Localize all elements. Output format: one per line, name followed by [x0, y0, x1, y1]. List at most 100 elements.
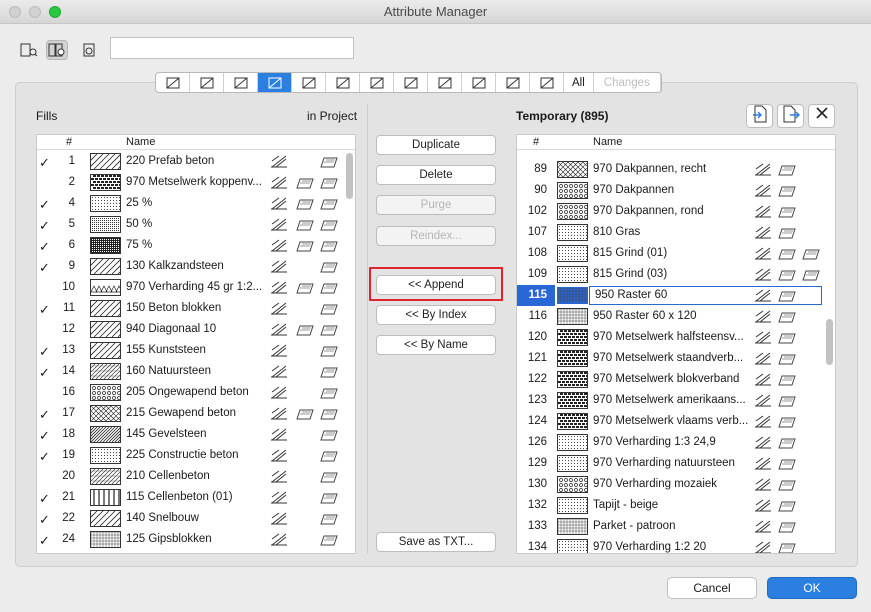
profile-icon[interactable] [360, 73, 394, 92]
surface-icon [320, 281, 338, 294]
table-row[interactable]: 102 970 Dakpannen, rond [517, 201, 835, 222]
delete-button[interactable]: Delete [376, 165, 496, 185]
row-name: 950 Raster 60 x 120 [593, 310, 697, 322]
table-row[interactable]: 132 Tapijt - beige [517, 495, 835, 516]
fill-type-icon [270, 302, 288, 315]
row-name: 970 Dakpannen, rond [593, 205, 704, 217]
surface-icon [802, 268, 820, 281]
table-row[interactable]: 20 210 Cellenbeton [37, 466, 355, 487]
table-row[interactable]: 120 970 Metselwerk halfsteensv... [517, 327, 835, 348]
file-search-icon[interactable] [18, 40, 40, 60]
file-search-right-icon[interactable] [78, 40, 100, 60]
composite-icon[interactable] [292, 73, 326, 92]
table-row[interactable]: 16 205 Ongewapend beton [37, 382, 355, 403]
table-row[interactable]: 123 970 Metselwerk amerikaans... [517, 390, 835, 411]
right-col-name[interactable]: Name [593, 136, 622, 148]
cancel-button[interactable]: Cancel [667, 577, 757, 599]
tab-changes[interactable]: Changes [594, 73, 661, 92]
zoom-window-button[interactable] [49, 6, 61, 18]
table-row[interactable]: ✓ 4 25 % [37, 193, 355, 214]
fill-pattern-swatch [75, 342, 134, 359]
table-row[interactable]: 130 970 Verharding mozaiek [517, 474, 835, 495]
right-attribute-list[interactable]: # Name 89 970 Dakpannen, recht 90 970 Dakpa… [516, 134, 836, 554]
row-index: 12 [62, 323, 75, 335]
reindex-button[interactable]: Reindex... [376, 226, 496, 246]
tab-all[interactable]: All [564, 73, 594, 92]
purge-button[interactable]: Purge [376, 195, 496, 215]
table-row[interactable]: ✓ 18 145 Gevelsteen [37, 424, 355, 445]
table-row[interactable]: ✓ 19 225 Constructie beton [37, 445, 355, 466]
table-row[interactable]: 122 970 Metselwerk blokverband [517, 369, 835, 390]
table-row[interactable]: 134 970 Verharding 1:2 20 [517, 537, 835, 553]
left-col-name[interactable]: Name [126, 136, 155, 148]
table-row[interactable]: 133 Parket - patroon [517, 516, 835, 537]
table-row[interactable]: 90 970 Dakpannen [517, 180, 835, 201]
search-input[interactable] [110, 37, 354, 59]
pen-icon[interactable] [190, 73, 224, 92]
table-row[interactable]: ✓ 22 140 Snelbouw [37, 508, 355, 529]
table-row[interactable]: ✓ 6 75 % [37, 235, 355, 256]
close-window-button[interactable] [9, 6, 21, 18]
table-row[interactable]: 10 970 Verharding 45 gr 1:2... [37, 277, 355, 298]
table-row[interactable]: 12 940 Diagonaal 10 [37, 319, 355, 340]
surface-icon [778, 415, 796, 428]
fill-type-icon [754, 184, 772, 197]
by-index-button[interactable]: << By Index [376, 305, 496, 325]
save-as-txt-button[interactable]: Save as TXT... [376, 532, 496, 552]
left-attribute-list[interactable]: # Name ✓ 1 220 Prefab beton 2 970 Metselwerk… [36, 134, 356, 554]
by-name-button[interactable]: << By Name [376, 335, 496, 355]
globe-icon[interactable] [462, 73, 496, 92]
surface-icon [320, 365, 338, 378]
append-button[interactable]: << Append [376, 275, 496, 295]
row-name: Parket - patroon [593, 520, 676, 532]
in-project-check-icon: ✓ [39, 197, 50, 212]
close-file-icon[interactable] [808, 104, 835, 128]
table-row[interactable]: 108 815 Grind (01) [517, 243, 835, 264]
layers-icon[interactable] [156, 73, 190, 92]
link-icon[interactable] [496, 73, 530, 92]
right-col-num[interactable]: # [533, 136, 539, 148]
duplicate-button[interactable]: Duplicate [376, 135, 496, 155]
in-project-check-icon: ✓ [39, 491, 50, 506]
row-name: 815 Grind (01) [593, 247, 668, 259]
table-row[interactable]: 126 970 Verharding 1:3 24,9 [517, 432, 835, 453]
grid-table-icon[interactable] [530, 73, 564, 92]
double-file-search-icon[interactable] [46, 40, 68, 60]
fill-pattern-swatch [90, 195, 121, 212]
zone-icon[interactable] [428, 73, 462, 92]
table-row[interactable]: ✓ 13 155 Kunststeen [37, 340, 355, 361]
line-type-icon[interactable] [224, 73, 258, 92]
table-row[interactable]: ✓ 5 50 % [37, 214, 355, 235]
table-row[interactable]: 129 970 Verharding natuursteen [517, 453, 835, 474]
column-profile-icon[interactable] [394, 73, 428, 92]
table-row[interactable]: ✓ 17 215 Gewapend beton [37, 403, 355, 424]
table-row[interactable]: 89 970 Dakpannen, recht [517, 159, 835, 180]
minimize-window-button[interactable] [29, 6, 41, 18]
fill-pattern-swatch [557, 518, 588, 535]
table-row[interactable]: ✓ 1 220 Prefab beton [37, 151, 355, 172]
table-row[interactable]: ✓ 9 130 Kalkzandsteen [37, 256, 355, 277]
building-material-icon[interactable] [326, 73, 360, 92]
table-row[interactable]: 116 950 Raster 60 x 120 [517, 306, 835, 327]
surface-icon [320, 470, 338, 483]
table-row[interactable]: 109 815 Grind (03) [517, 264, 835, 285]
left-col-num[interactable]: # [66, 136, 72, 148]
in-project-check-icon: ✓ [39, 428, 50, 443]
table-row[interactable]: 115 950 Raster 60 [517, 285, 835, 306]
table-row[interactable]: ✓ 14 160 Natuursteen [37, 361, 355, 382]
fill-icon[interactable] [258, 73, 292, 92]
surface-icon [320, 512, 338, 525]
table-row[interactable]: ✓ 11 150 Beton blokken [37, 298, 355, 319]
export-file-icon[interactable] [777, 104, 804, 128]
table-row[interactable]: ✓ 21 115 Cellenbeton (01) [37, 487, 355, 508]
attribute-manager-window: Attribute Manager All Changes Fills in Pr… [0, 0, 871, 612]
ok-button[interactable]: OK [767, 577, 857, 599]
table-row[interactable]: 121 970 Metselwerk staandverb... [517, 348, 835, 369]
row-index: 132 [527, 499, 547, 511]
fill-type-icon [754, 373, 772, 386]
table-row[interactable]: 2 970 Metselwerk koppenv... [37, 172, 355, 193]
table-row[interactable]: 107 810 Gras [517, 222, 835, 243]
import-file-icon[interactable] [746, 104, 773, 128]
table-row[interactable]: 124 970 Metselwerk vlaams verb... [517, 411, 835, 432]
table-row[interactable]: ✓ 24 125 Gipsblokken [37, 529, 355, 550]
